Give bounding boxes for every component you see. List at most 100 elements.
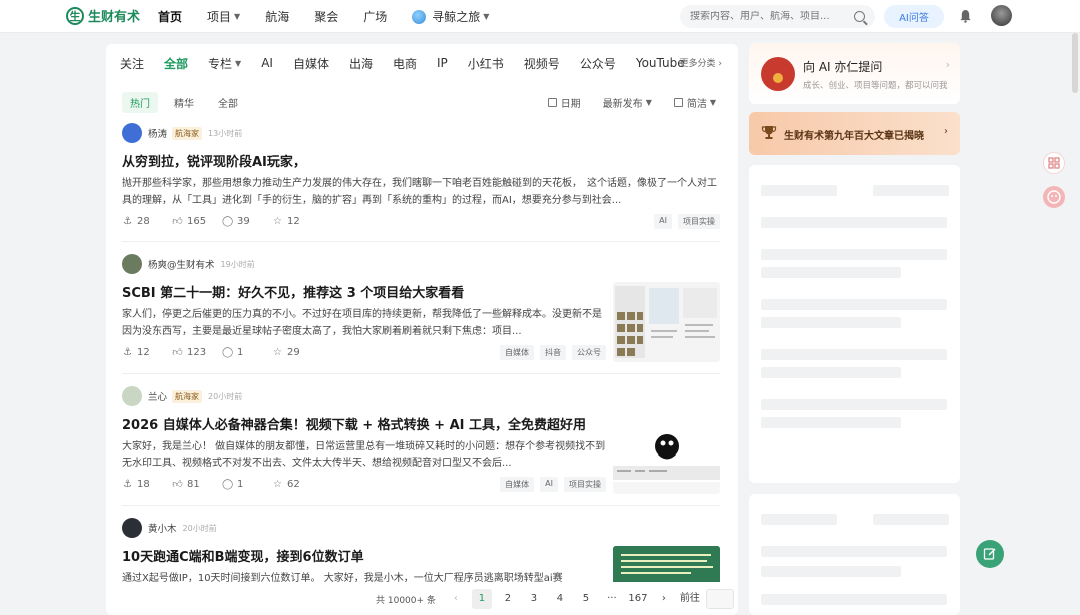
like-count-value: 81 <box>187 478 200 490</box>
subtab-featured[interactable]: 精华 <box>166 92 202 113</box>
page-3-button[interactable]: 3 <box>524 589 544 609</box>
comment-count[interactable]: ◯ 39 <box>222 216 272 227</box>
more-categories-button[interactable]: 更多分类 › <box>680 56 723 69</box>
post-title[interactable]: 2026 自媒体人必备神器合集！视频下载 + 格式转换 + AI 工具，全免费超… <box>122 414 606 433</box>
tag[interactable]: AI <box>540 476 558 492</box>
post-stats: ⚓ 18 👍︎ 81 ◯ 1 ☆ 62 自媒体 AI 项目实操 <box>122 476 606 492</box>
post-author: 兰心 航海家 20小时前 <box>122 386 720 406</box>
post-item[interactable]: 杨涛 航海家 13小时前 从穷到拉，锐评现阶段AI玩家， 抛开那些科学家，那些用… <box>122 123 720 229</box>
author-avatar[interactable] <box>122 123 142 143</box>
star-count[interactable]: ☆ 62 <box>272 479 322 490</box>
pagination-ellipsis[interactable]: ··· <box>602 589 622 609</box>
site-logo[interactable]: 生 生财有术 <box>66 6 140 25</box>
category-ip[interactable]: IP <box>437 56 448 70</box>
like-count[interactable]: 👍︎ 123 <box>172 347 222 358</box>
search-icon[interactable] <box>854 11 865 22</box>
page-last-button[interactable]: 167 <box>628 589 648 609</box>
thumbnail-image <box>613 546 720 582</box>
author-avatar[interactable] <box>122 254 142 274</box>
category-ai[interactable]: AI <box>261 56 273 70</box>
ask-ai-card[interactable]: 向 AI 亦仁提问 成长、创业、项目等问题，都可以问我 › <box>749 43 960 104</box>
nav-meetup[interactable]: 聚会 <box>314 8 338 25</box>
author-name[interactable]: 兰心 <box>148 389 167 403</box>
post-time: 20小时前 <box>182 523 217 533</box>
top-articles-banner[interactable]: 生财有术第九年百大文章已揭晓 › <box>749 112 960 155</box>
nav-whale-journey[interactable]: 寻鲸之旅 ▼ <box>412 8 489 25</box>
next-page-button[interactable]: › <box>654 589 674 609</box>
anchor-count[interactable]: ⚓ 12 <box>122 347 172 358</box>
category-all[interactable]: 全部 <box>164 55 188 72</box>
category-wechat-official[interactable]: 公众号 <box>580 55 616 72</box>
nav-home[interactable]: 首页 <box>158 8 182 25</box>
skeleton-line <box>761 514 837 525</box>
view-mode-dropdown[interactable]: 简洁 ▼ <box>673 95 716 110</box>
search-box[interactable] <box>680 5 875 28</box>
tag[interactable]: 自媒体 <box>500 344 534 360</box>
like-count[interactable]: 👍︎ 81 <box>172 479 222 490</box>
anchor-count[interactable]: ⚓ 28 <box>122 216 172 227</box>
category-youtube[interactable]: YouTube <box>636 56 685 70</box>
category-ecommerce[interactable]: 电商 <box>393 55 417 72</box>
page-4-button[interactable]: 4 <box>550 589 570 609</box>
page-5-button[interactable]: 5 <box>576 589 596 609</box>
tag[interactable]: 项目实操 <box>678 213 720 229</box>
tag[interactable]: 项目实操 <box>564 476 606 492</box>
author-name[interactable]: 杨爽@生财有术 <box>148 257 215 271</box>
anchor-count[interactable]: ⚓ 18 <box>122 479 172 490</box>
user-avatar[interactable] <box>991 5 1012 26</box>
category-follow[interactable]: 关注 <box>120 55 144 72</box>
post-title[interactable]: 从穷到拉，锐评现阶段AI玩家， <box>122 151 720 170</box>
search-input[interactable] <box>690 11 850 22</box>
side-ai-button[interactable] <box>1043 186 1065 208</box>
star-count[interactable]: ☆ 29 <box>272 347 322 358</box>
goto-page-input[interactable] <box>705 589 734 609</box>
subtab-hot[interactable]: 热门 <box>122 92 158 113</box>
author-avatar[interactable] <box>122 518 142 538</box>
post-item[interactable]: 杨爽@生财有术 19小时前 SCBI 第二十一期：好久不见，推荐这 3 个项目给… <box>122 254 720 362</box>
author-name[interactable]: 黄小木 <box>148 521 177 535</box>
tag[interactable]: 抖音 <box>540 344 566 360</box>
sort-dropdown[interactable]: 最新发布 ▼ <box>603 95 652 110</box>
post-item[interactable]: 兰心 航海家 20小时前 2026 自媒体人必备神器合集！视频下载 + 格式转换… <box>122 386 720 494</box>
nav-square[interactable]: 广场 <box>363 8 387 25</box>
page-2-button[interactable]: 2 <box>498 589 518 609</box>
post-title[interactable]: SCBI 第二十一期：好久不见，推荐这 3 个项目给大家看看 <box>122 282 606 301</box>
category-column[interactable]: 专栏 ▼ <box>208 55 241 72</box>
chevron-right-icon: › <box>718 59 722 69</box>
page-1-button[interactable]: 1 <box>471 589 492 609</box>
post-thumbnail[interactable] <box>613 546 720 582</box>
tag[interactable]: AI <box>654 213 672 229</box>
post-thumbnail[interactable] <box>613 282 720 362</box>
bell-icon[interactable] <box>959 9 972 23</box>
post-excerpt: 通过X起号做IP，10天时间接到六位数订单。 大家好，我是小木，一位大厂程序员逃… <box>122 573 563 582</box>
prev-page-button[interactable]: ‹ <box>446 589 466 609</box>
page-scrollbar[interactable] <box>1072 33 1078 93</box>
divider <box>122 241 720 242</box>
post-text-column: 10天跑通C端和B端变现，接到6位数订单 通过X起号做IP，10天时间接到六位数… <box>122 546 606 582</box>
post-author: 黄小木 20小时前 <box>122 518 720 538</box>
tag[interactable]: 公众号 <box>572 344 606 360</box>
comment-count[interactable]: ◯ 1 <box>222 479 272 490</box>
like-count[interactable]: 👍︎ 165 <box>172 216 222 227</box>
nav-voyage[interactable]: 航海 <box>265 8 289 25</box>
category-self-media[interactable]: 自媒体 <box>293 55 329 72</box>
author-name[interactable]: 杨涛 <box>148 126 167 140</box>
category-overseas[interactable]: 出海 <box>349 55 373 72</box>
date-filter[interactable]: 日期 <box>547 95 581 110</box>
compose-post-button[interactable] <box>976 540 1004 568</box>
author-avatar[interactable] <box>122 386 142 406</box>
tag[interactable]: 自媒体 <box>500 476 535 492</box>
anchor-icon: ⚓ <box>123 478 132 490</box>
like-count-value: 123 <box>187 346 207 358</box>
post-item[interactable]: 黄小木 20小时前 10天跑通C端和B端变现，接到6位数订单 通过X起号做IP，… <box>122 518 720 582</box>
star-count[interactable]: ☆ 12 <box>272 216 322 227</box>
post-thumbnail[interactable] <box>613 424 720 494</box>
nav-projects[interactable]: 项目 ▼ <box>207 8 240 25</box>
comment-count[interactable]: ◯ 1 <box>222 347 272 358</box>
subtab-all[interactable]: 全部 <box>210 92 246 113</box>
category-xiaohongshu[interactable]: 小红书 <box>468 55 504 72</box>
side-grid-button[interactable] <box>1043 152 1065 174</box>
category-channels[interactable]: 视频号 <box>524 55 560 72</box>
ai-qa-button[interactable]: AI问答 <box>884 5 944 28</box>
post-title[interactable]: 10天跑通C端和B端变现，接到6位数订单 <box>122 546 606 565</box>
